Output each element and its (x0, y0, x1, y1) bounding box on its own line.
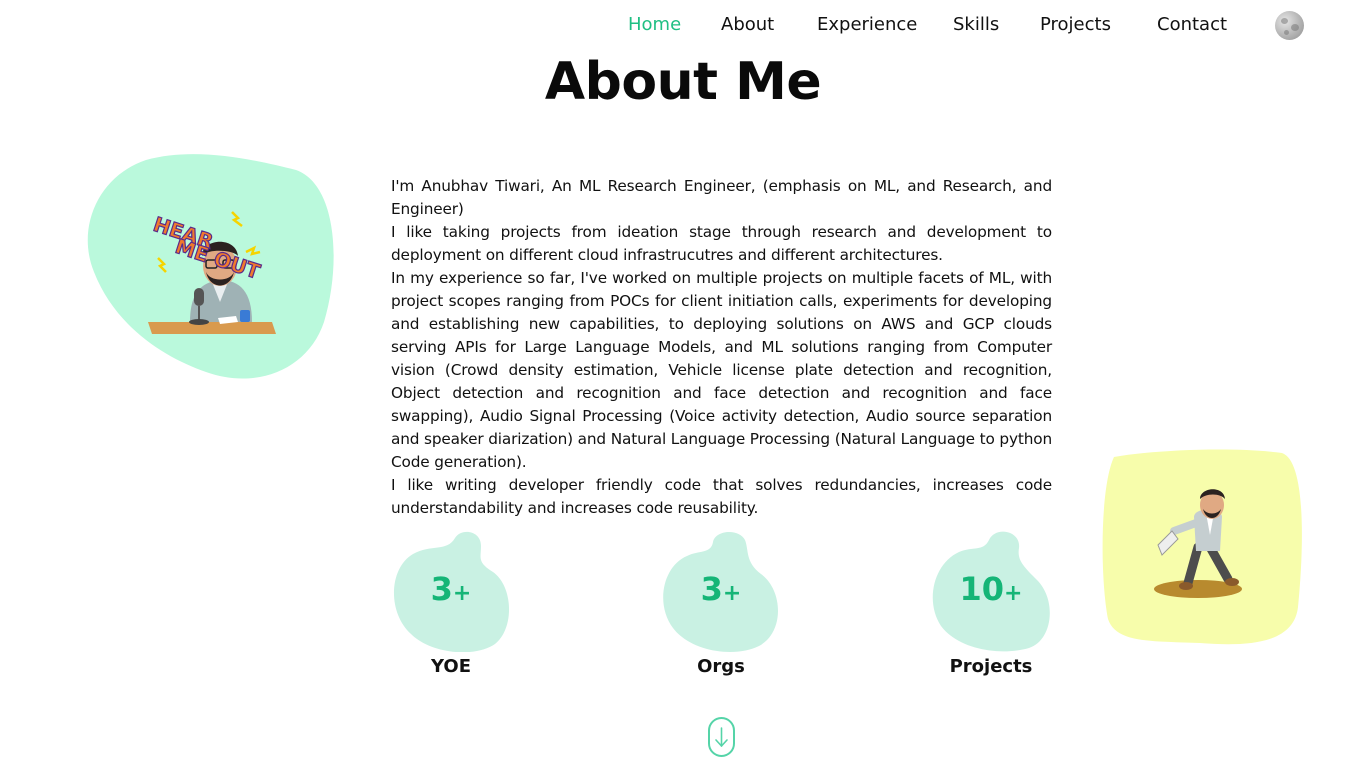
arrow-down-icon (715, 727, 728, 747)
moon-icon[interactable] (1275, 11, 1304, 40)
about-paragraph: I like taking projects from ideation sta… (391, 223, 1052, 264)
stat-value: 3+ (700, 570, 742, 608)
stat-orgs: 3+ Orgs (661, 528, 785, 688)
stat-label: Projects (949, 656, 1033, 677)
about-paragraph: I like writing developer friendly code t… (391, 476, 1052, 517)
hear-me-out-illustration: HEAR ME OUT (86, 152, 338, 382)
stat-yoe: 3+ YOE (391, 528, 515, 688)
nav-link-skills[interactable]: Skills (953, 14, 999, 35)
stat-value: 10+ (959, 570, 1023, 608)
top-navigation: Home About Experience Skills Projects Co… (0, 0, 1366, 50)
about-paragraph: I'm Anubhav Tiwari, An ML Research Engin… (391, 177, 1052, 218)
nav-link-home[interactable]: Home (628, 14, 681, 35)
nav-link-contact[interactable]: Contact (1157, 14, 1227, 35)
stat-projects: 10+ Projects (931, 528, 1055, 688)
nav-link-about[interactable]: About (721, 14, 774, 35)
stat-label: YOE (431, 656, 471, 677)
stat-label: Orgs (697, 656, 745, 677)
nav-link-experience[interactable]: Experience (817, 14, 917, 35)
about-text: I'm Anubhav Tiwari, An ML Research Engin… (391, 175, 1052, 520)
nav-link-projects[interactable]: Projects (1040, 14, 1111, 35)
walking-megaphone-illustration (1100, 447, 1304, 647)
stat-value: 3+ (430, 570, 472, 608)
about-paragraph: In my experience so far, I've worked on … (391, 269, 1052, 471)
scroll-down-button[interactable] (708, 717, 735, 757)
page-title: About Me (544, 52, 822, 112)
